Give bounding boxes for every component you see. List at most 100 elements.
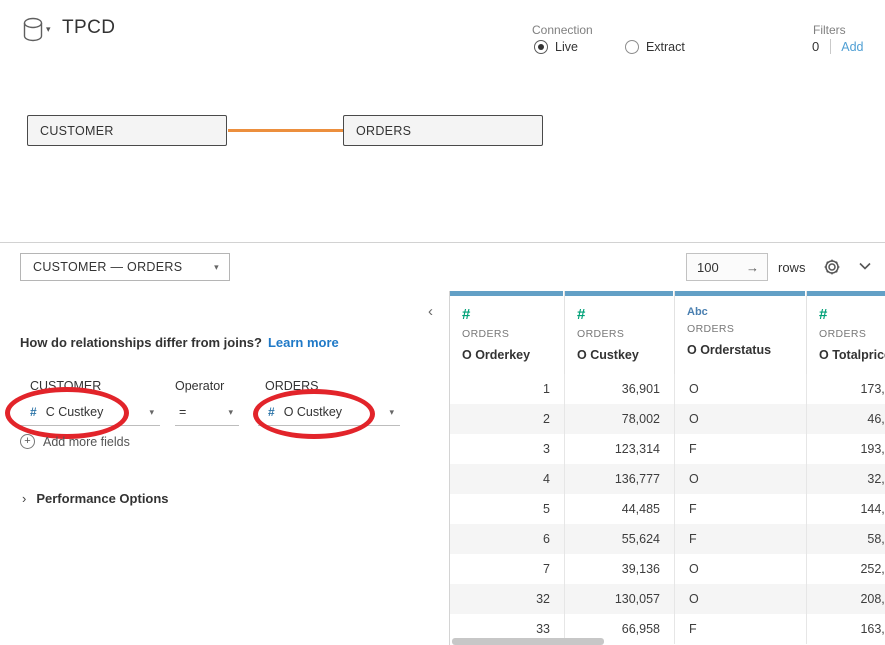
column-header-o-orderkey[interactable]: # ORDERS O Orderkey bbox=[450, 291, 565, 374]
left-field-value: C Custkey bbox=[46, 405, 104, 419]
relationship-editor-panel: CUSTOMER — ORDERS ▾ → rows ‹ How do rela… bbox=[0, 242, 885, 644]
collapse-panel-chevron-icon[interactable] bbox=[858, 261, 872, 271]
expand-right-chevron-icon: › bbox=[22, 491, 26, 506]
cell-o-totalprice: 144,659.20 bbox=[807, 494, 885, 524]
radio-extract-label[interactable]: Extract bbox=[646, 40, 685, 54]
string-type-icon: Abc bbox=[687, 306, 794, 318]
database-menu-caret-icon[interactable]: ▾ bbox=[46, 24, 51, 35]
cell-o-orderstatus: O bbox=[675, 554, 807, 584]
cell-o-totalprice: 32,151.78 bbox=[807, 464, 885, 494]
chevron-down-icon: ▾ bbox=[149, 407, 154, 418]
chevron-down-icon: ▾ bbox=[214, 262, 219, 273]
apply-rows-arrow-icon[interactable]: → bbox=[746, 260, 759, 275]
cell-o-totalprice: 58,749.59 bbox=[807, 524, 885, 554]
canvas-table-orders-label: ORDERS bbox=[356, 124, 411, 138]
collapse-left-chevron-icon[interactable]: ‹ bbox=[428, 303, 433, 320]
cell-o-custkey: 130,057 bbox=[565, 584, 675, 614]
row-count-input[interactable] bbox=[697, 260, 741, 275]
cell-o-orderkey: 1 bbox=[450, 374, 565, 404]
cell-o-custkey: 44,485 bbox=[565, 494, 675, 524]
column-field-name: O Custkey bbox=[577, 348, 662, 362]
right-table-column-label: ORDERS bbox=[265, 379, 318, 393]
table-row[interactable]: 6 55,624 F 58,749.59 bbox=[450, 524, 885, 554]
radio-live-label[interactable]: Live bbox=[555, 40, 578, 54]
cell-o-custkey: 36,901 bbox=[565, 374, 675, 404]
cell-o-totalprice: 193,846.25 bbox=[807, 434, 885, 464]
left-table-column-label: CUSTOMER bbox=[30, 379, 101, 393]
relationship-selector-value: CUSTOMER — ORDERS bbox=[33, 260, 182, 274]
chevron-down-icon: ▾ bbox=[389, 407, 394, 418]
right-field-dropdown[interactable]: # O Custkey ▾ bbox=[258, 399, 400, 426]
operator-value: = bbox=[179, 405, 186, 419]
number-field-icon: # bbox=[268, 405, 275, 419]
table-row[interactable]: 3 123,314 F 193,846.25 bbox=[450, 434, 885, 464]
number-field-icon: # bbox=[30, 405, 37, 419]
canvas-table-customer[interactable]: CUSTOMER bbox=[27, 115, 227, 146]
column-field-name: O Orderstatus bbox=[687, 343, 794, 357]
radio-extract[interactable] bbox=[625, 40, 639, 54]
filters-controls: 0 Add bbox=[812, 39, 863, 54]
column-table-name: ORDERS bbox=[687, 323, 794, 335]
datasource-title[interactable]: TPCD bbox=[62, 17, 115, 39]
cell-o-orderkey: 7 bbox=[450, 554, 565, 584]
column-header-o-totalprice[interactable]: # ORDERS O Totalprice bbox=[807, 291, 885, 374]
operator-dropdown[interactable]: = ▾ bbox=[175, 399, 239, 426]
row-count-box: → bbox=[686, 253, 768, 281]
column-table-name: ORDERS bbox=[577, 328, 662, 340]
performance-options-toggle[interactable]: › Performance Options bbox=[22, 491, 169, 506]
add-filter-link[interactable]: Add bbox=[841, 40, 863, 54]
add-more-fields-label: Add more fields bbox=[43, 435, 130, 449]
cell-o-orderstatus: O bbox=[675, 464, 807, 494]
table-row[interactable]: 1 36,901 O 173,665.47 bbox=[450, 374, 885, 404]
column-field-name: O Orderkey bbox=[462, 348, 552, 362]
filters-label: Filters bbox=[813, 23, 846, 37]
cell-o-totalprice: 46,929.18 bbox=[807, 404, 885, 434]
number-type-icon: # bbox=[462, 306, 552, 323]
add-more-fields-button[interactable]: + Add more fields bbox=[20, 434, 130, 449]
radio-live[interactable] bbox=[534, 40, 548, 54]
cell-o-orderstatus: F bbox=[675, 614, 807, 644]
canvas-table-customer-label: CUSTOMER bbox=[40, 124, 114, 138]
relationship-selector-dropdown[interactable]: CUSTOMER — ORDERS ▾ bbox=[20, 253, 230, 281]
cell-o-custkey: 39,136 bbox=[565, 554, 675, 584]
filters-count: 0 bbox=[812, 39, 819, 54]
cell-o-custkey: 136,777 bbox=[565, 464, 675, 494]
datasource-header: ▾ TPCD Connection Live Extract Filters 0… bbox=[0, 0, 885, 242]
relationship-detail-panel: ‹ How do relationships differ from joins… bbox=[0, 291, 450, 645]
database-icon[interactable] bbox=[22, 17, 44, 43]
cell-o-orderstatus: O bbox=[675, 404, 807, 434]
data-preview-grid: # ORDERS O Orderkey # ORDERS O Custkey bbox=[450, 291, 885, 645]
cell-o-custkey: 123,314 bbox=[565, 434, 675, 464]
table-row[interactable]: 32 130,057 O 208,660.75 bbox=[450, 584, 885, 614]
relationship-help-text: How do relationships differ from joins?L… bbox=[20, 335, 339, 350]
left-field-dropdown[interactable]: # C Custkey ▾ bbox=[20, 399, 160, 426]
plus-circle-icon: + bbox=[20, 434, 35, 449]
connection-options: Live Extract bbox=[534, 40, 685, 54]
cell-o-orderstatus: O bbox=[675, 374, 807, 404]
table-row[interactable]: 5 44,485 F 144,659.20 bbox=[450, 494, 885, 524]
learn-more-link[interactable]: Learn more bbox=[268, 335, 339, 350]
column-table-name: ORDERS bbox=[819, 328, 885, 340]
table-row[interactable]: 4 136,777 O 32,151.78 bbox=[450, 464, 885, 494]
operator-column-label: Operator bbox=[175, 379, 224, 393]
column-header-o-custkey[interactable]: # ORDERS O Custkey bbox=[565, 291, 675, 374]
chevron-down-icon: ▾ bbox=[228, 407, 233, 418]
cell-o-totalprice: 252,004.18 bbox=[807, 554, 885, 584]
column-table-name: ORDERS bbox=[462, 328, 552, 340]
column-header-o-orderstatus[interactable]: Abc ORDERS O Orderstatus bbox=[675, 291, 807, 374]
cell-o-orderstatus: F bbox=[675, 434, 807, 464]
gear-icon[interactable] bbox=[822, 257, 842, 277]
number-type-icon: # bbox=[819, 306, 885, 323]
cell-o-totalprice: 208,660.75 bbox=[807, 584, 885, 614]
table-row[interactable]: 2 78,002 O 46,929.18 bbox=[450, 404, 885, 434]
performance-options-label: Performance Options bbox=[36, 491, 168, 506]
table-row[interactable]: 7 39,136 O 252,004.18 bbox=[450, 554, 885, 584]
cell-o-orderkey: 32 bbox=[450, 584, 565, 614]
cell-o-orderkey: 2 bbox=[450, 404, 565, 434]
divider bbox=[830, 39, 831, 54]
canvas-table-orders[interactable]: ORDERS bbox=[343, 115, 543, 146]
cell-o-totalprice: 163,243.98 bbox=[807, 614, 885, 644]
cell-o-totalprice: 173,665.47 bbox=[807, 374, 885, 404]
cell-o-orderstatus: O bbox=[675, 584, 807, 614]
relationship-connector-line[interactable] bbox=[228, 129, 343, 132]
